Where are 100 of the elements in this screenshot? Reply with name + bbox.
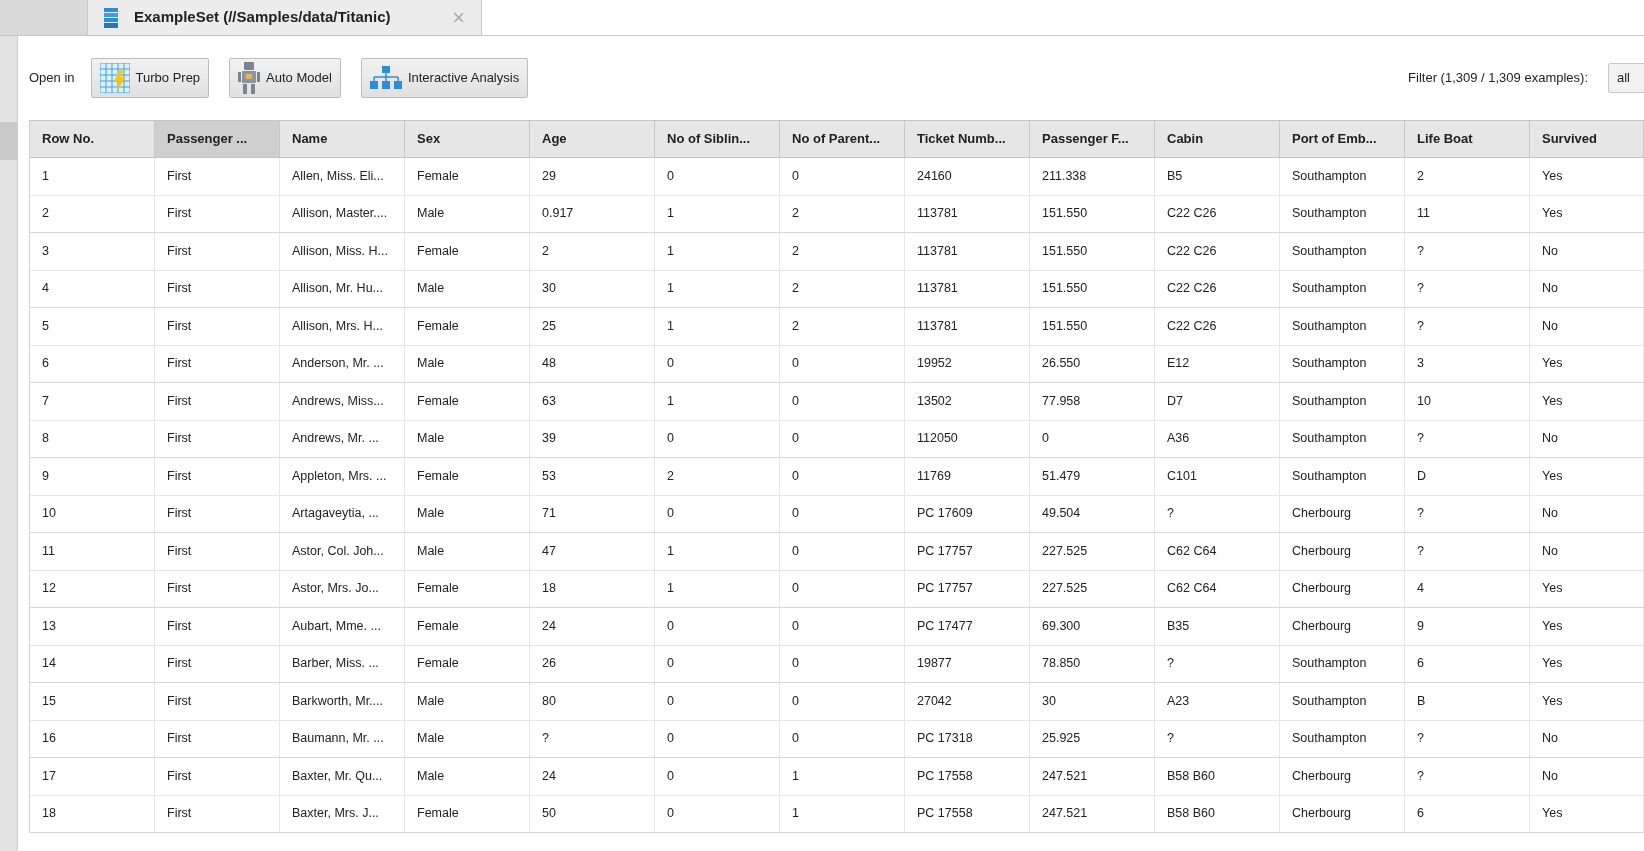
table-cell: Baxter, Mrs. J... [280, 795, 405, 832]
tab-title: ExampleSet (//Samples/data/Titanic) [134, 7, 391, 28]
column-header[interactable]: Row No. [30, 121, 155, 157]
table-cell: PC 17558 [905, 758, 1030, 795]
table-cell: C22 C26 [1155, 270, 1280, 307]
table-cell: 30 [1030, 683, 1155, 720]
table-cell: PC 17477 [905, 608, 1030, 645]
column-header[interactable]: Port of Emb... [1280, 121, 1405, 157]
table-cell: B58 B60 [1155, 795, 1280, 832]
table-cell: 25 [530, 308, 655, 345]
table-cell: ? [1405, 233, 1530, 270]
table-cell: Female [405, 383, 530, 420]
table-cell: 29 [530, 158, 655, 195]
table-cell: 0 [780, 645, 905, 682]
table-cell: Southampton [1280, 420, 1405, 457]
table-cell: Southampton [1280, 383, 1405, 420]
table-cell: Southampton [1280, 158, 1405, 195]
table-cell: 2 [780, 195, 905, 232]
table-cell: 3 [30, 233, 155, 270]
table-cell: 113781 [905, 233, 1030, 270]
table-cell: Southampton [1280, 720, 1405, 757]
open-in-button[interactable]: Turbo Prep [90, 58, 210, 98]
table-cell: 0 [780, 720, 905, 757]
table-cell: Female [405, 608, 530, 645]
column-header[interactable]: Sex [405, 121, 530, 157]
table-cell: 12 [30, 570, 155, 607]
document-tab[interactable]: ExampleSet (//Samples/data/Titanic) × [87, 0, 482, 35]
table-cell: PC 17757 [905, 533, 1030, 570]
table-cell: 3 [1405, 345, 1530, 382]
table-cell: 2 [780, 270, 905, 307]
table-cell: 26 [530, 645, 655, 682]
table-cell: 0 [655, 495, 780, 532]
table-cell: 1 [655, 233, 780, 270]
table-cell: Male [405, 758, 530, 795]
column-header[interactable]: Age [530, 121, 655, 157]
table-cell: ? [530, 720, 655, 757]
table-cell: 0 [780, 345, 905, 382]
table-cell: 113781 [905, 308, 1030, 345]
table-cell: Allen, Miss. Eli... [280, 158, 405, 195]
filter-dropdown[interactable]: all [1608, 63, 1644, 93]
scrollbar-thumb[interactable] [0, 122, 17, 160]
table-cell: Yes [1530, 645, 1644, 682]
column-header[interactable]: No of Siblin... [655, 121, 780, 157]
table-cell: D [1405, 458, 1530, 495]
table-cell: 7 [30, 383, 155, 420]
table-cell: 2 [780, 233, 905, 270]
table-cell: 1 [655, 308, 780, 345]
table-cell: 0 [655, 683, 780, 720]
table-cell: First [155, 158, 280, 195]
table-cell: 2 [1405, 158, 1530, 195]
table-cell: 151.550 [1030, 270, 1155, 307]
table-cell: 19877 [905, 645, 1030, 682]
column-header[interactable]: Passenger F... [1030, 121, 1155, 157]
table-cell: 0 [655, 645, 780, 682]
table-cell: First [155, 608, 280, 645]
table-cell: 0 [655, 608, 780, 645]
table-cell: First [155, 495, 280, 532]
table-cell: 16 [30, 720, 155, 757]
table-cell: 1 [780, 758, 905, 795]
table-cell: Female [405, 308, 530, 345]
table-cell: PC 17318 [905, 720, 1030, 757]
table-cell: A23 [1155, 683, 1280, 720]
column-header[interactable]: Survived [1530, 121, 1644, 157]
table-cell: 48 [530, 345, 655, 382]
table-cell: 247.521 [1030, 758, 1155, 795]
table-cell: Cherbourg [1280, 608, 1405, 645]
table-cell: Anderson, Mr. ... [280, 345, 405, 382]
table-cell: Andrews, Miss... [280, 383, 405, 420]
table-cell: First [155, 308, 280, 345]
table-cell: Appleton, Mrs. ... [280, 458, 405, 495]
column-header[interactable]: Ticket Numb... [905, 121, 1030, 157]
table-cell: 1 [655, 270, 780, 307]
open-in-button[interactable]: Interactive Analysis [360, 58, 529, 98]
table-cell: C22 C26 [1155, 308, 1280, 345]
table-cell: 0 [780, 683, 905, 720]
table-cell: Astor, Col. Joh... [280, 533, 405, 570]
table-cell: Male [405, 533, 530, 570]
table-cell: B5 [1155, 158, 1280, 195]
table-cell: C22 C26 [1155, 233, 1280, 270]
open-in-button[interactable]: Auto Model [229, 58, 341, 98]
table-cell: Astor, Mrs. Jo... [280, 570, 405, 607]
table-cell: Yes [1530, 795, 1644, 832]
table-cell: Yes [1530, 195, 1644, 232]
column-header[interactable]: Life Boat [1405, 121, 1530, 157]
table-cell: 0 [780, 570, 905, 607]
table-cell: ? [1405, 495, 1530, 532]
column-header[interactable]: Passenger ... [155, 121, 280, 157]
table-cell: ? [1155, 645, 1280, 682]
table-cell: 0 [655, 758, 780, 795]
table-cell: B35 [1155, 608, 1280, 645]
column-header[interactable]: Cabin [1155, 121, 1280, 157]
table-cell: C62 C64 [1155, 533, 1280, 570]
table-cell: 113781 [905, 270, 1030, 307]
table-cell: 1 [655, 570, 780, 607]
table-cell: Yes [1530, 345, 1644, 382]
column-header[interactable]: No of Parent... [780, 121, 905, 157]
table-cell: 0 [780, 533, 905, 570]
table-cell: 1 [655, 383, 780, 420]
column-header[interactable]: Name [280, 121, 405, 157]
table-cell: Allison, Master.... [280, 195, 405, 232]
